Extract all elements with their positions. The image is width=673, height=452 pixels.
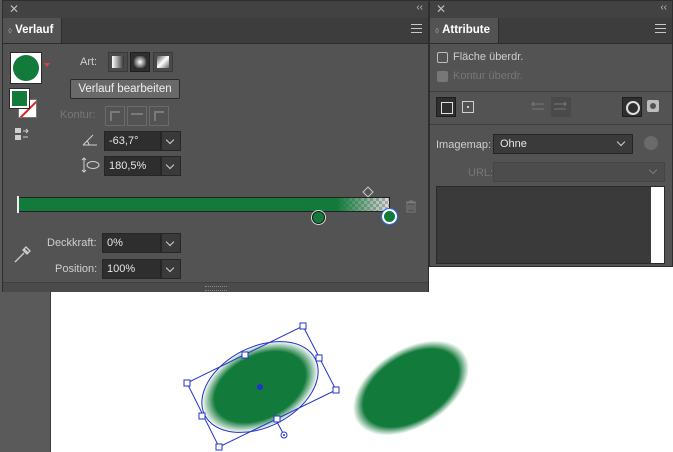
tab-verlauf-label: Verlauf [15,24,54,36]
opacity-dropdown-icon[interactable] [161,233,181,253]
freeform-gradient-button[interactable] [153,52,173,72]
browser-globe-icon[interactable] [644,136,658,150]
position-input[interactable]: 100% [102,259,161,279]
gradient-start-marker [17,196,19,213]
aspect-ratio-input[interactable]: 180,5% [104,156,161,176]
radial-gradient-button[interactable] [130,52,150,72]
delete-stop-icon[interactable] [405,200,417,216]
collapse-icon[interactable]: ‹‹ [416,2,423,13]
imagemap-select[interactable]: Ohne [493,134,633,154]
tab-grip-icon: ⬨ [435,25,440,35]
panel-menu-icon[interactable] [411,24,422,36]
reverse-path-direction-on-button[interactable] [551,97,571,117]
tab-grip-icon: ⬨ [8,25,13,35]
tab-attribute[interactable]: ⬨ Attribute [430,18,499,43]
divider [430,91,672,92]
overprint-fill-checkbox[interactable] [437,52,448,63]
reverse-path-direction-off-button[interactable] [529,97,549,117]
eyedropper-icon[interactable] [12,245,32,268]
tab-verlauf[interactable]: ⬨ Verlauf [3,18,63,43]
panel-header: ✕ ‹‹ [3,1,428,18]
show-center-on-button[interactable] [458,97,478,117]
panel-menu-icon[interactable] [655,24,666,36]
position-dropdown-icon[interactable] [161,259,181,279]
url-dropdown-icon[interactable] [645,162,665,182]
overprint-fill-label: Fläche überdr. [453,51,524,63]
ellipse-copy[interactable] [336,321,486,452]
color-stop-1[interactable] [312,211,325,224]
overprint-stroke-checkbox[interactable] [437,71,448,82]
angle-dropdown-icon[interactable] [161,131,181,151]
color-stop-2-selected[interactable] [382,209,397,224]
show-center-off-button[interactable] [436,97,456,117]
fill-swatch[interactable] [9,88,30,109]
gradient-slider[interactable] [18,197,390,212]
type-label: Art: [80,56,98,68]
panel-resize-handle[interactable] [3,282,428,292]
swap-fill-stroke-icon[interactable] [14,126,30,142]
url-list-scrollbar[interactable] [651,187,664,263]
stroke-across-button[interactable] [149,106,169,126]
gradient-panel: ✕ ‹‹ ⬨ Verlauf Art: Verlauf bearbeiten Ko… [2,0,429,292]
panel-header: ✕ ‹‹ [430,1,672,18]
divider [430,124,672,125]
tab-bar: ⬨ Attribute [430,18,672,44]
gradient-thumbnail[interactable] [10,52,42,84]
imagemap-label: Imagemap: [436,139,492,151]
aspect-ratio-dropdown-icon[interactable] [161,156,181,176]
url-input[interactable] [493,162,665,182]
overprint-stroke-label: Kontur überdr. [453,70,523,82]
edit-gradient-button[interactable]: Verlauf bearbeiten [70,79,180,99]
stroke-along-button[interactable] [127,106,147,126]
angle-icon [81,133,99,150]
url-list[interactable] [436,186,665,264]
imagemap-dropdown-icon[interactable] [613,134,633,154]
position-label: Position: [55,263,98,275]
even-odd-button[interactable] [644,97,664,117]
collapse-icon[interactable]: ‹‹ [660,2,667,13]
stroke-within-button[interactable] [105,106,125,126]
linear-gradient-button[interactable] [108,52,128,72]
attributes-panel: ✕ ‹‹ ⬨ Attribute Fläche überdr. Kontur üb… [429,0,673,267]
midpoint-diamond-icon[interactable] [362,186,374,198]
stroke-label: Kontur: [60,109,96,121]
url-label: URL: [468,167,494,179]
close-icon[interactable]: ✕ [9,2,19,16]
nonzero-winding-button[interactable] [622,97,642,117]
close-icon[interactable]: ✕ [436,2,446,16]
opacity-label: Deckkraft: [47,237,97,249]
gradient-presets-dropdown-icon[interactable] [44,63,50,67]
aspect-ratio-icon [80,157,100,176]
opacity-input[interactable]: 0% [102,233,161,253]
angle-input[interactable]: -63,7° [104,131,161,151]
tab-attribute-label: Attribute [442,24,490,36]
tab-bar: ⬨ Verlauf [3,18,428,44]
